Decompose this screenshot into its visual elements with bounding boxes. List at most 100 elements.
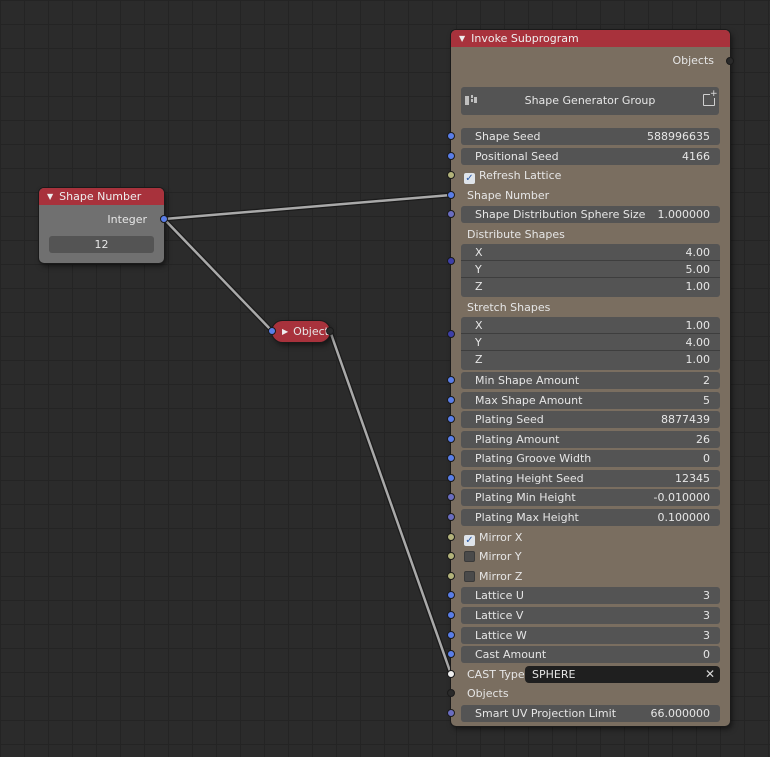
socket-mirror-x[interactable] (447, 533, 455, 541)
vector-y[interactable]: Y 4.00 (461, 334, 720, 351)
field-label: Cast Amount (475, 648, 547, 661)
distribute-shapes-vector[interactable]: X 4.00 Y 5.00 Z 1.00 (461, 244, 720, 297)
input-socket[interactable] (268, 327, 276, 335)
mirror-z-checkbox[interactable]: Mirror Z (464, 568, 522, 585)
min-shape-amount-field[interactable]: Min Shape Amount 2 (461, 372, 720, 389)
axis-label: X (475, 319, 483, 332)
field-label: Lattice U (475, 589, 524, 602)
cast-type-input[interactable]: SPHERE ✕ (525, 666, 720, 683)
socket-mirror-y[interactable] (447, 552, 455, 560)
socket-lattice-u[interactable] (447, 591, 455, 599)
field-label: Min Shape Amount (475, 374, 580, 387)
collapse-triangle-icon[interactable]: ▼ (459, 30, 465, 47)
sphere-size-field[interactable]: Shape Distribution Sphere Size 1.000000 (461, 206, 720, 223)
stretch-shapes-vector[interactable]: X 1.00 Y 4.00 Z 1.00 (461, 317, 720, 370)
socket-height-seed[interactable] (447, 474, 455, 482)
shape-seed-field[interactable]: Shape Seed 588996635 (461, 128, 720, 145)
positional-seed-field[interactable]: Positional Seed 4166 (461, 148, 720, 165)
socket-objects[interactable] (447, 689, 455, 697)
subprogram-selector[interactable]: Shape Generator Group + (461, 87, 719, 115)
output-socket[interactable] (326, 327, 334, 335)
socket-plating-amount[interactable] (447, 435, 455, 443)
plating-seed-field[interactable]: Plating Seed 8877439 (461, 411, 720, 428)
lattice-u-field[interactable]: Lattice U 3 (461, 587, 720, 604)
integer-field[interactable]: 12 (49, 236, 154, 253)
field-value: 1.000000 (657, 208, 711, 221)
output-socket-integer[interactable] (160, 215, 168, 223)
cast-amount-field[interactable]: Cast Amount 0 (461, 646, 720, 663)
field-value: 12345 (675, 472, 710, 485)
checkbox-label: Mirror Y (479, 550, 522, 563)
expand-triangle-icon[interactable]: ▶ (282, 321, 288, 342)
node-header[interactable]: ▼ Invoke Subprogram (451, 30, 730, 47)
socket-lattice-w[interactable] (447, 631, 455, 639)
axis-value: 1.00 (685, 353, 711, 366)
plating-amount-field[interactable]: Plating Amount 26 (461, 431, 720, 448)
socket-cast-amount[interactable] (447, 650, 455, 658)
output-label: Objects (672, 54, 714, 67)
field-label: Plating Seed (475, 413, 544, 426)
new-subprogram-icon[interactable]: + (703, 90, 718, 106)
vector-x[interactable]: X 4.00 (461, 244, 720, 261)
axis-label: Z (475, 353, 483, 366)
axis-label: Y (475, 263, 482, 276)
smart-uv-limit-field[interactable]: Smart UV Projection Limit 66.000000 (461, 705, 720, 722)
checkbox-label: Mirror X (479, 531, 523, 544)
socket-distribute-shapes[interactable] (447, 257, 455, 265)
mirror-x-checkbox[interactable]: ✓ Mirror X (464, 529, 522, 546)
plating-groove-width-field[interactable]: Plating Groove Width 0 (461, 450, 720, 467)
lattice-w-field[interactable]: Lattice W 3 (461, 627, 720, 644)
invoke-subprogram-node[interactable]: ▼ Invoke Subprogram Objects Shape Generat… (451, 30, 730, 726)
field-value: 26 (696, 433, 710, 446)
plating-height-seed-field[interactable]: Plating Height Seed 12345 (461, 470, 720, 487)
socket-max-shape-amount[interactable] (447, 396, 455, 404)
socket-sphere-size[interactable] (447, 210, 455, 218)
socket-uv-limit[interactable] (447, 709, 455, 717)
socket-lattice-v[interactable] (447, 611, 455, 619)
node-title: Objects (293, 325, 330, 338)
mirror-y-checkbox[interactable]: Mirror Y (464, 548, 522, 565)
objects-input-label: Objects (467, 687, 509, 700)
socket-stretch-shapes[interactable] (447, 330, 455, 338)
axis-value: 4.00 (685, 246, 711, 259)
field-label: Plating Max Height (475, 511, 579, 524)
field-value: 66.000000 (650, 707, 711, 720)
stretch-shapes-label: Stretch Shapes (467, 301, 551, 314)
shape-number-node[interactable]: ▼ Shape Number Integer 12 (39, 188, 164, 263)
socket-mirror-z[interactable] (447, 572, 455, 580)
refresh-lattice-checkbox[interactable]: ✓ Refresh Lattice (464, 167, 561, 184)
axis-value: 1.00 (685, 280, 711, 293)
socket-refresh-lattice[interactable] (447, 171, 455, 179)
link-integer-to-shape-number (162, 193, 453, 221)
socket-plating-seed[interactable] (447, 415, 455, 423)
field-value: 3 (703, 589, 710, 602)
socket-shape-seed[interactable] (447, 132, 455, 140)
socket-max-height[interactable] (447, 513, 455, 521)
link-objects-to-cast-type (328, 329, 453, 676)
plating-min-height-field[interactable]: Plating Min Height -0.010000 (461, 489, 720, 506)
collapse-triangle-icon[interactable]: ▼ (47, 188, 53, 205)
lattice-v-field[interactable]: Lattice V 3 (461, 607, 720, 624)
plating-max-height-field[interactable]: Plating Max Height 0.100000 (461, 509, 720, 526)
node-title: Shape Number (59, 190, 142, 203)
vector-z[interactable]: Z 1.00 (461, 351, 720, 368)
axis-label: Y (475, 336, 482, 349)
socket-min-height[interactable] (447, 493, 455, 501)
clear-icon[interactable]: ✕ (705, 666, 715, 683)
vector-x[interactable]: X 1.00 (461, 317, 720, 334)
max-shape-amount-field[interactable]: Max Shape Amount 5 (461, 392, 720, 409)
objects-node-collapsed[interactable]: ▶ Objects (272, 321, 330, 342)
vector-z[interactable]: Z 1.00 (461, 278, 720, 295)
vector-y[interactable]: Y 5.00 (461, 261, 720, 278)
socket-positional-seed[interactable] (447, 152, 455, 160)
field-label: Shape Seed (475, 130, 541, 143)
field-label: Positional Seed (475, 150, 559, 163)
output-socket-objects[interactable] (726, 57, 734, 65)
node-header[interactable]: ▼ Shape Number (39, 188, 164, 205)
socket-cast-type[interactable] (447, 670, 455, 678)
socket-shape-number[interactable] (447, 191, 455, 199)
field-label: Plating Amount (475, 433, 560, 446)
field-value: 3 (703, 629, 710, 642)
socket-min-shape-amount[interactable] (447, 376, 455, 384)
socket-groove-width[interactable] (447, 454, 455, 462)
